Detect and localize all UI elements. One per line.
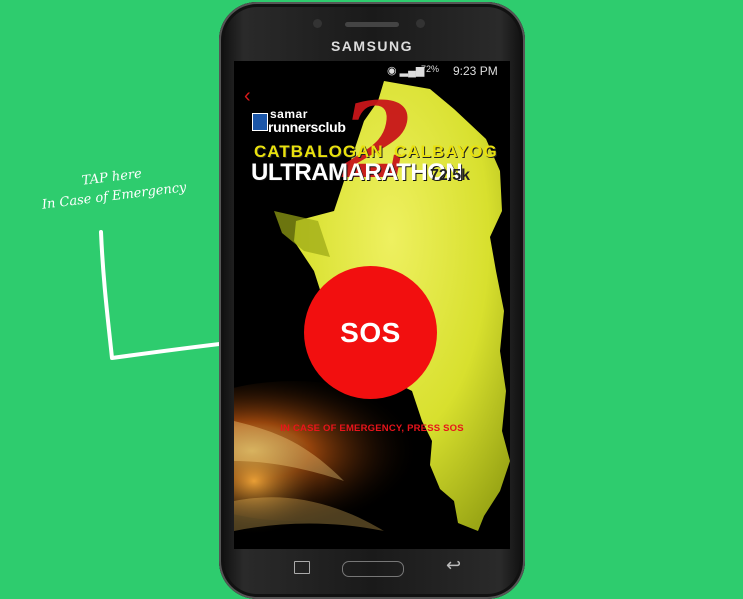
- back-chevron-icon[interactable]: ‹: [244, 86, 251, 106]
- recent-apps-icon[interactable]: [294, 561, 310, 574]
- sos-instruction: IN CASE OF EMERGENCY, PRESS SOS: [280, 423, 464, 434]
- sos-button[interactable]: SOS: [304, 266, 437, 399]
- brand-logo: SAMSUNG: [330, 38, 414, 54]
- front-camera-icon: [416, 19, 425, 28]
- battery-percent: 72%: [421, 64, 440, 74]
- home-button[interactable]: [342, 561, 404, 577]
- phone-frame: SAMSUNG ◉ ▂▄▆ 72% 9:23 PM ‹ samar runner…: [219, 2, 525, 599]
- app-screen: ◉ ▂▄▆ 72% 9:23 PM ‹ samar runnersclub 2 …: [234, 61, 510, 549]
- hardware-nav-bar: ↩: [234, 549, 510, 587]
- club-name-line-2: runnersclub: [268, 119, 346, 135]
- status-bar: ◉ ▂▄▆ 72% 9:23 PM: [234, 61, 510, 81]
- club-logo-icon: [252, 113, 268, 131]
- back-arrow-icon[interactable]: ↩: [446, 555, 461, 576]
- sensor-icon: [313, 19, 322, 28]
- status-clock: 9:23 PM: [453, 64, 498, 78]
- wifi-signal-icon: ◉ ▂▄▆: [387, 65, 425, 77]
- speaker-grille: [345, 22, 399, 27]
- event-distance: 72.5k: [430, 167, 471, 184]
